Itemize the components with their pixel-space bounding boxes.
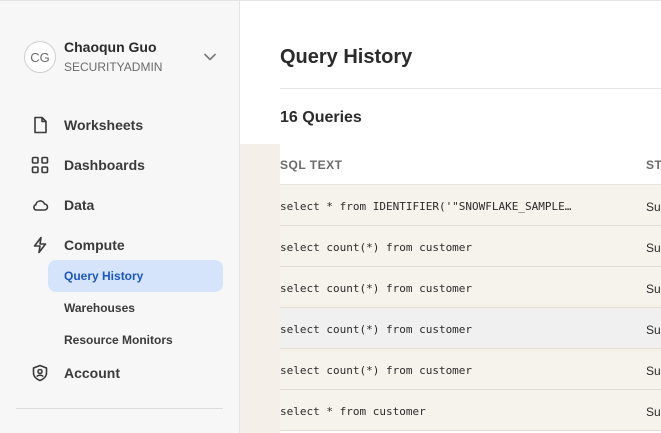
chevron-down-icon[interactable] [200, 47, 220, 67]
status-cell: Su [646, 405, 661, 419]
nav-item-compute[interactable]: Compute [0, 225, 240, 265]
sub-item-label: Warehouses [64, 301, 135, 315]
user-name: Chaoqun Guo [64, 39, 157, 55]
sql-text-cell: select * from IDENTIFIER('"SNOWFLAKE_SAM… [280, 200, 572, 213]
query-count: 16 Queries [280, 109, 362, 126]
sql-text-cell: select * from customer [280, 405, 426, 418]
table-row[interactable]: select count(*) from customer Su [280, 349, 661, 390]
avatar: CG [24, 41, 56, 73]
sql-text-cell: select count(*) from customer [280, 241, 473, 254]
document-icon [30, 115, 50, 135]
column-header-status[interactable]: ST [646, 158, 661, 172]
table-row[interactable]: select count(*) from customer Su [280, 267, 661, 308]
grid-icon [30, 155, 50, 175]
sql-text-cell: select count(*) from customer [280, 364, 473, 377]
sidebar-divider [16, 408, 223, 409]
status-cell: Su [646, 241, 661, 255]
user-role: SECURITYADMIN [64, 60, 163, 74]
sql-text-cell: select count(*) from customer [280, 282, 473, 295]
table-gutter [240, 144, 280, 433]
nav-item-account[interactable]: Account [0, 353, 240, 393]
nav-label: Data [64, 197, 95, 213]
table-row[interactable]: select * from customer Su [280, 390, 661, 431]
status-cell: Su [646, 323, 661, 337]
query-table: SQL TEXT ST select * from IDENTIFIER('"S… [280, 144, 661, 433]
table-row[interactable]: select count(*) from customer Su [280, 308, 661, 349]
status-cell: Su [646, 282, 661, 296]
cloud-icon [30, 195, 50, 215]
status-cell: Su [646, 200, 661, 214]
sub-item-label: Query History [64, 269, 144, 283]
nav-item-worksheets[interactable]: Worksheets [0, 105, 240, 145]
sidebar: CG Chaoqun Guo SECURITYADMIN Worksheets … [0, 0, 240, 433]
table-row[interactable]: select count(*) from customer Su [280, 226, 661, 267]
user-menu[interactable]: CG Chaoqun Guo SECURITYADMIN [24, 37, 224, 77]
status-cell: Su [646, 364, 661, 378]
table-header: SQL TEXT ST [280, 144, 661, 185]
title-divider [280, 88, 661, 89]
sidebar-item-resource-monitors[interactable]: Resource Monitors [48, 324, 223, 356]
sql-text-cell: select count(*) from customer [280, 323, 473, 336]
column-header-sql-text[interactable]: SQL TEXT [280, 158, 342, 172]
shield-user-icon [30, 363, 50, 383]
nav-item-dashboards[interactable]: Dashboards [0, 145, 240, 185]
nav-label: Account [64, 365, 120, 381]
page-title: Query History [280, 46, 413, 68]
table-row[interactable]: select * from IDENTIFIER('"SNOWFLAKE_SAM… [280, 185, 661, 226]
nav-label: Compute [64, 237, 125, 253]
sidebar-item-warehouses[interactable]: Warehouses [48, 292, 223, 324]
main-content: Query History 16 Queries SQL TEXT ST sel… [240, 0, 661, 433]
sub-item-label: Resource Monitors [64, 333, 173, 347]
nav-label: Worksheets [64, 117, 144, 133]
sidebar-item-query-history[interactable]: Query History [48, 260, 223, 292]
nav-item-data[interactable]: Data [0, 185, 240, 225]
user-info: Chaoqun Guo SECURITYADMIN [64, 38, 200, 76]
bolt-icon [30, 235, 50, 255]
nav-label: Dashboards [64, 157, 145, 173]
